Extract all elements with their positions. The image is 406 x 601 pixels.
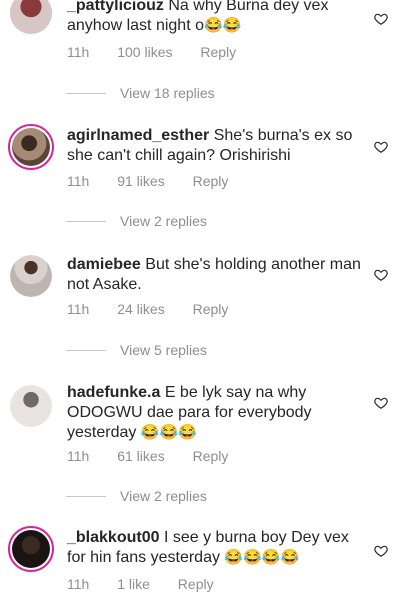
comment-text: _blakkout00 I see y burna boy Dey vex fo… xyxy=(67,528,362,568)
comment-time: 11h xyxy=(67,301,90,317)
comment-username[interactable]: damiebee xyxy=(67,256,141,273)
avatar[interactable] xyxy=(8,124,54,170)
like-count[interactable]: 24 likes xyxy=(117,301,164,317)
reply-button[interactable]: Reply xyxy=(178,576,214,592)
comment-emojis: 😂😂 xyxy=(203,17,242,34)
reply-button[interactable]: Reply xyxy=(193,173,229,189)
comment-text: damiebee But she's holding another man n… xyxy=(67,255,362,295)
comment-emojis: 😂😂😂😂 xyxy=(224,549,300,566)
comment-time: 11h xyxy=(67,576,90,592)
comment-username[interactable]: agirlnamed_esther xyxy=(67,127,209,144)
like-count[interactable]: 61 likes xyxy=(117,448,164,464)
like-count[interactable]: 91 likes xyxy=(117,173,164,189)
reply-button[interactable]: Reply xyxy=(193,448,229,464)
avatar[interactable] xyxy=(10,0,52,34)
comment-time: 11h xyxy=(67,448,90,464)
comment-text: _pattyliciouz Na why Burna dey vex anyho… xyxy=(67,0,362,36)
comment-meta: 11h 100 likes Reply xyxy=(67,44,260,60)
comment-username[interactable]: _blakkout00 xyxy=(67,529,159,546)
divider xyxy=(66,92,106,94)
view-replies-label: View 5 replies xyxy=(120,342,207,358)
avatar[interactable] xyxy=(10,385,52,427)
view-replies-label: View 18 replies xyxy=(120,85,215,101)
avatar[interactable] xyxy=(10,255,52,297)
comment-time: 11h xyxy=(67,173,90,189)
heart-icon[interactable] xyxy=(374,140,388,154)
comment-meta: 11h 24 likes Reply xyxy=(67,301,252,317)
heart-icon[interactable] xyxy=(374,268,388,282)
heart-icon[interactable] xyxy=(374,396,388,410)
comment-time: 11h xyxy=(67,44,90,60)
view-replies-button[interactable]: View 2 replies xyxy=(66,488,207,504)
comment-username[interactable]: _pattyliciouz xyxy=(67,0,164,14)
comment-text: hadefunke.a E be lyk say na why ODOGWU d… xyxy=(67,383,362,443)
reply-button[interactable]: Reply xyxy=(193,301,229,317)
comment-meta: 11h 61 likes Reply xyxy=(67,448,252,464)
comment-emojis: 😂😂😂 xyxy=(140,424,197,441)
heart-icon[interactable] xyxy=(374,544,388,558)
view-replies-label: View 2 replies xyxy=(120,488,207,504)
view-replies-button[interactable]: View 5 replies xyxy=(66,342,207,358)
view-replies-button[interactable]: View 18 replies xyxy=(66,85,215,101)
divider xyxy=(66,349,106,351)
comment-username[interactable]: hadefunke.a xyxy=(67,384,160,401)
divider xyxy=(66,220,106,222)
comment-meta: 11h 91 likes Reply xyxy=(67,173,252,189)
comment-text: agirlnamed_esther She's burna's ex so sh… xyxy=(67,126,362,166)
comment-meta: 11h 1 like Reply xyxy=(67,576,238,592)
like-count[interactable]: 1 like xyxy=(117,576,150,592)
heart-icon[interactable] xyxy=(374,12,388,26)
view-replies-button[interactable]: View 2 replies xyxy=(66,213,207,229)
reply-button[interactable]: Reply xyxy=(200,44,236,60)
view-replies-label: View 2 replies xyxy=(120,213,207,229)
like-count[interactable]: 100 likes xyxy=(117,44,172,60)
divider xyxy=(66,495,106,497)
avatar[interactable] xyxy=(8,526,54,572)
